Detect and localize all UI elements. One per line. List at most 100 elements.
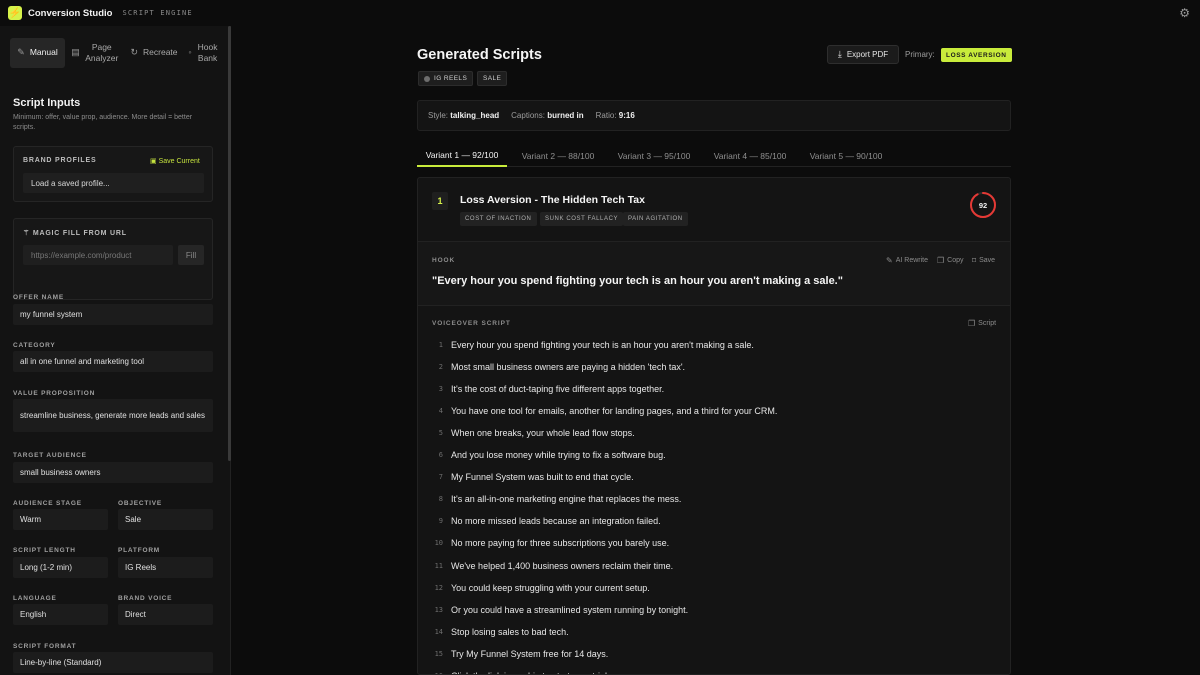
line-text: When one breaks, your whole lead flow st… xyxy=(451,428,635,439)
script-line: 16Click the link in my bio to start your… xyxy=(418,665,1010,674)
script-format-select[interactable]: Line-by-line (Standard) xyxy=(13,652,213,673)
hook-text: "Every hour you spend fighting your tech… xyxy=(432,275,843,287)
tab-variant-3[interactable]: Variant 3 — 95/100 xyxy=(609,145,699,167)
script-line: 10 No more paying for three subscriptions… xyxy=(418,532,1010,554)
save-button[interactable]: ⌑ Save xyxy=(972,256,995,265)
line-text: Stop losing sales to bad tech. xyxy=(451,626,569,637)
sidebar-title: Script Inputs xyxy=(13,97,81,109)
line-text: My Funnel System was built to end that c… xyxy=(451,472,634,483)
gear-icon[interactable]: ⚙ xyxy=(1179,6,1190,20)
language-select[interactable]: English xyxy=(13,604,108,625)
save-icon: ▣ xyxy=(150,158,159,165)
primary-badge: LOSS AVERSION xyxy=(941,48,1012,62)
mode-tab-label: Hook Bank xyxy=(197,41,218,63)
line-number: 9 xyxy=(438,517,443,526)
variant-header: 1 Loss Aversion - The Hidden Tech Tax CO… xyxy=(418,178,1010,242)
mode-tab-label: Recreate xyxy=(143,47,178,58)
line-number: 12 xyxy=(434,583,443,592)
hook-label: HOOK xyxy=(432,257,456,264)
script-line: 4 You have one tool for emails, another f… xyxy=(418,400,1010,422)
copy-button[interactable]: ❐ Copy xyxy=(937,256,964,265)
audience-stage-label: AUDIENCE STAGE xyxy=(13,500,82,507)
mode-tabs: ✎ Manual ▤ Page Analyzer ↻ Recreate ◦ Ho… xyxy=(10,38,224,68)
mode-tab-label: Manual xyxy=(29,47,58,58)
save-current-button[interactable]: ▣ Save Current xyxy=(150,157,200,165)
line-text: Or you could have a streamlined system r… xyxy=(451,604,689,615)
brand-voice-select[interactable]: Direct xyxy=(118,604,213,625)
script-copy-button[interactable]: ❐ Script xyxy=(968,319,996,328)
script-line: 13 Or you could have a streamlined system… xyxy=(418,599,1010,621)
offer-name-field[interactable]: my funnel system xyxy=(13,304,213,325)
line-text: Most small business owners are paying a … xyxy=(451,362,686,373)
value-prop-field[interactable]: streamline business, generate more leads… xyxy=(13,399,213,432)
script-line: 15 Try My Funnel System free for 14 days. xyxy=(418,643,1010,665)
audience-field[interactable]: small business owners xyxy=(13,462,213,483)
language-label: LANGUAGE xyxy=(13,595,57,602)
line-text: Every hour you spend fighting your tech … xyxy=(451,340,754,350)
bolt-logo-icon: ⚡ xyxy=(8,6,22,20)
script-line: 8 It's an all-in-one marketing engine tha… xyxy=(418,488,1010,510)
mode-tab-page-analyzer[interactable]: ▤ Page Analyzer xyxy=(65,38,125,68)
page-title: Generated Scripts xyxy=(417,47,542,63)
tab-variant-2[interactable]: Variant 2 — 88/100 xyxy=(513,145,603,167)
script-card: 1 Loss Aversion - The Hidden Tech Tax CO… xyxy=(417,177,1011,675)
line-number: 14 xyxy=(434,627,443,636)
line-text: Try My Funnel System free for 14 days. xyxy=(451,648,609,659)
script-line: 14 Stop losing sales to bad tech. xyxy=(418,621,1010,643)
ai-rewrite-button[interactable]: ✎ AI Rewrite xyxy=(886,256,928,265)
script-length-label: SCRIPT LENGTH xyxy=(13,547,76,554)
url-input[interactable]: https://example.com/product xyxy=(23,245,173,265)
sidebar: ✎ Manual ▤ Page Analyzer ↻ Recreate ◦ Ho… xyxy=(0,26,231,675)
line-number: 8 xyxy=(438,495,443,504)
ratio-meta: Ratio: 9:16 xyxy=(595,111,635,120)
tag-sunk-cost: SUNK COST FALLACY xyxy=(540,212,624,226)
audience-label: TARGET AUDIENCE xyxy=(13,452,87,459)
audience-stage-select[interactable]: Warm xyxy=(13,509,108,530)
refresh-icon: ↻ xyxy=(130,47,139,58)
variant-title: Loss Aversion - The Hidden Tech Tax xyxy=(460,194,645,206)
mode-tab-label: Page Analyzer xyxy=(85,41,119,63)
script-line: 1 Every hour you spend fighting your tech… xyxy=(418,334,1010,356)
script-line: 3 It's the cost of duct-taping five diffe… xyxy=(418,378,1010,400)
export-pdf-button[interactable]: ⤓ Export PDF xyxy=(827,45,899,64)
hook-icon: ◦ xyxy=(188,47,192,58)
platform-select[interactable]: IG Reels xyxy=(118,557,213,578)
script-format-label: SCRIPT FORMAT xyxy=(13,643,77,650)
script-line: 5 When one breaks, your whole lead flow s… xyxy=(418,422,1010,444)
mode-tab-recreate[interactable]: ↻ Recreate xyxy=(125,38,183,68)
brand-voice-label: BRAND VOICE xyxy=(118,595,173,602)
line-number: 3 xyxy=(438,385,443,394)
tab-variant-4[interactable]: Variant 4 — 85/100 xyxy=(705,145,795,167)
script-line: 7 My Funnel System was built to end that … xyxy=(418,466,1010,488)
tab-variant-1[interactable]: Variant 1 — 92/100 xyxy=(417,145,507,167)
line-number: 1 xyxy=(438,341,443,349)
objective-select[interactable]: Sale xyxy=(118,509,213,530)
tab-variant-5[interactable]: Variant 5 — 90/100 xyxy=(801,145,891,167)
offer-name-label: OFFER NAME xyxy=(13,294,64,301)
copy-icon: ❐ xyxy=(937,256,945,265)
fill-button[interactable]: Fill xyxy=(178,245,204,265)
top-bar: ⚡ Conversion Studio SCRIPT ENGINE ⚙ xyxy=(0,0,1200,26)
category-field[interactable]: all in one funnel and marketing tool xyxy=(13,351,213,372)
line-number: 15 xyxy=(434,649,443,658)
mode-tab-hook-bank[interactable]: ◦ Hook Bank xyxy=(183,38,224,68)
style-meta: Style: talking_head xyxy=(428,111,500,120)
sidebar-scrollbar[interactable] xyxy=(228,26,231,461)
line-text: It's the cost of duct-taping five differ… xyxy=(451,384,665,395)
line-number: 5 xyxy=(438,429,443,438)
score-value: 92 xyxy=(978,200,988,210)
line-text: And you lose money while trying to fix a… xyxy=(451,450,666,461)
magic-fill-label: ⚚ MAGIC FILL FROM URL xyxy=(23,230,127,237)
line-text: We've helped 1,400 business owners recla… xyxy=(451,560,674,571)
line-number: 2 xyxy=(438,363,443,372)
download-icon: ⤓ xyxy=(837,49,842,59)
bookmark-icon: ⌑ xyxy=(972,256,977,265)
script-length-select[interactable]: Long (1-2 min) xyxy=(13,557,108,578)
mode-tab-manual[interactable]: ✎ Manual xyxy=(10,38,65,68)
line-number: 7 xyxy=(438,473,443,482)
profile-select[interactable]: Load a saved profile... xyxy=(23,173,204,193)
script-line: 12 You could keep struggling with your cu… xyxy=(418,577,1010,599)
line-text: It's an all-in-one marketing engine that… xyxy=(451,494,682,505)
copy-icon: ❐ xyxy=(968,319,976,328)
platform-label: PLATFORM xyxy=(118,547,161,554)
